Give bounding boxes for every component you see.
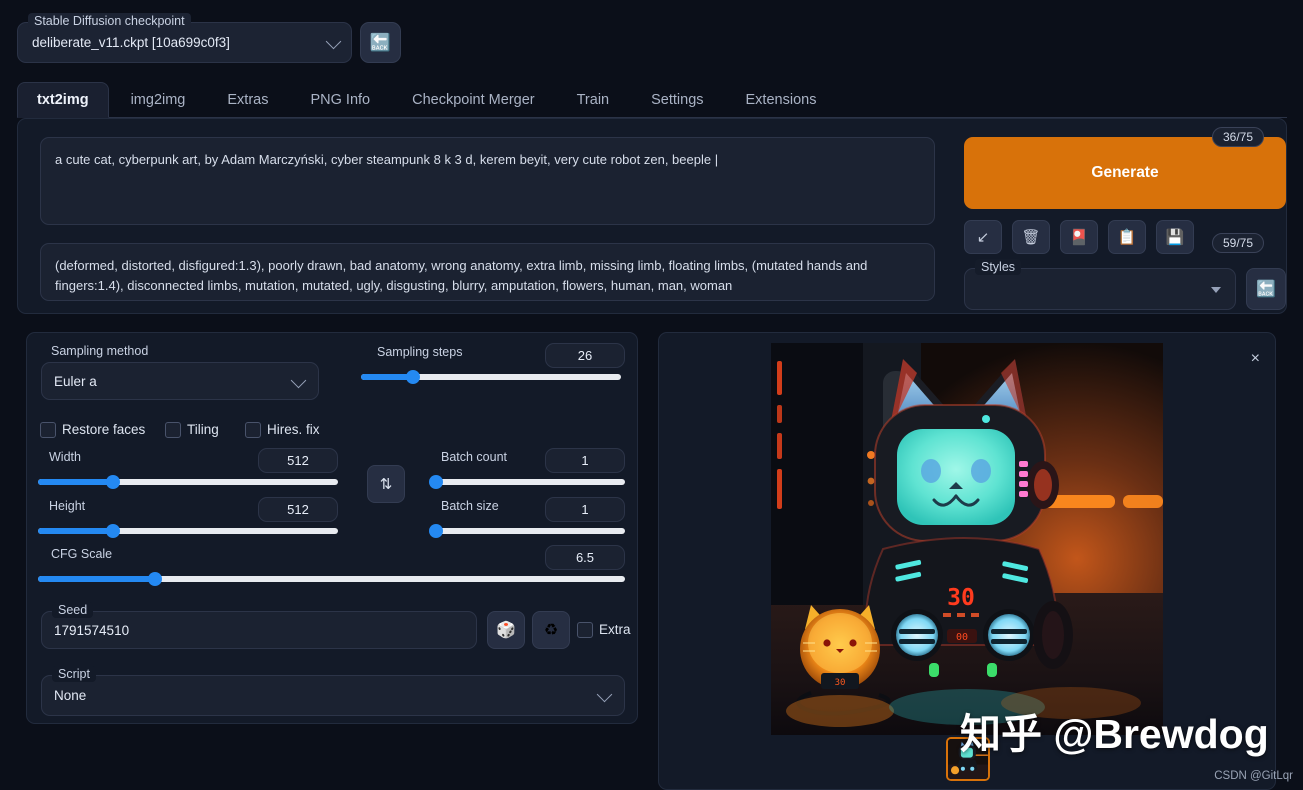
- back-arrow-icon: 🔙: [1256, 281, 1276, 298]
- reuse-seed-button[interactable]: ♻: [532, 611, 570, 649]
- sampling-method-value: Euler a: [54, 374, 97, 389]
- refresh-checkpoint-button[interactable]: 🔙: [360, 22, 401, 63]
- chevron-down-icon[interactable]: [325, 33, 342, 50]
- refresh-styles-button[interactable]: 🔙: [1246, 268, 1286, 310]
- batch-count-value[interactable]: 1: [545, 448, 625, 473]
- generated-image[interactable]: 30 00 30: [771, 343, 1163, 735]
- chevron-down-icon[interactable]: [290, 372, 307, 389]
- batch-size-value[interactable]: 1: [545, 497, 625, 522]
- width-label: Width: [45, 450, 85, 464]
- svg-text:30: 30: [947, 585, 975, 611]
- restore-faces-checkbox[interactable]: [40, 422, 56, 438]
- tab-png-info[interactable]: PNG Info: [290, 82, 390, 118]
- hires-fix-checkbox[interactable]: [245, 422, 261, 438]
- script-value: None: [54, 688, 87, 703]
- seed-label: Seed: [52, 602, 94, 618]
- generated-image-svg: 30 00 30: [771, 343, 1163, 735]
- sampling-steps-slider[interactable]: [361, 370, 621, 384]
- hires-fix-label: Hires. fix: [267, 422, 320, 437]
- csdn-watermark: CSDN @GitLqr: [1214, 770, 1293, 782]
- batch-size-label: Batch size: [437, 499, 503, 513]
- checkpoint-dropdown[interactable]: Stable Diffusion checkpoint deliberate_v…: [17, 13, 352, 63]
- sampling-method-label: Sampling method: [47, 344, 153, 358]
- flower-playing-cards-icon[interactable]: 🎴: [1060, 220, 1098, 254]
- height-label: Height: [45, 499, 90, 513]
- sampling-steps-label: Sampling steps: [373, 345, 467, 359]
- close-icon[interactable]: ×: [1251, 351, 1260, 367]
- extra-seed-checkbox[interactable]: [577, 622, 593, 638]
- extra-seed-label: Extra: [599, 622, 631, 637]
- positive-prompt-input[interactable]: a cute cat, cyberpunk art, by Adam Marcz…: [40, 137, 935, 225]
- recycle-icon: ♻: [543, 622, 559, 639]
- slider-fill: [38, 528, 113, 534]
- generate-button[interactable]: Generate: [964, 137, 1286, 209]
- tab-settings[interactable]: Settings: [631, 82, 723, 118]
- prompt-panel: 36/75 a cute cat, cyberpunk art, by Adam…: [17, 118, 1287, 314]
- tab-extras[interactable]: Extras: [207, 82, 288, 118]
- seed-value: 1791574510: [54, 623, 130, 638]
- slider-fill: [38, 479, 113, 485]
- swap-dimensions-button[interactable]: ⇅: [367, 465, 405, 503]
- sampling-steps-value[interactable]: 26: [545, 343, 625, 368]
- styles-row: Styles 🔙: [964, 259, 1286, 310]
- tiling-label: Tiling: [187, 422, 219, 437]
- wastebasket-icon[interactable]: 🗑: [1012, 220, 1050, 254]
- tab-extensions[interactable]: Extensions: [726, 82, 837, 118]
- seed-input[interactable]: Seed 1791574510: [41, 602, 477, 649]
- chevron-down-icon[interactable]: [596, 686, 613, 703]
- height-slider[interactable]: [38, 524, 338, 538]
- slider-knob[interactable]: [106, 475, 120, 489]
- sampling-method-dropdown[interactable]: Euler a: [41, 362, 319, 400]
- tab-txt2img[interactable]: txt2img: [17, 82, 109, 118]
- positive-token-counter: 36/75: [1211, 127, 1264, 147]
- random-seed-button[interactable]: 🎲: [487, 611, 525, 649]
- styles-label: Styles: [975, 259, 1022, 275]
- action-column: Generate ↙ 🗑 🎴 📋 💾 Styles 🔙: [964, 137, 1286, 310]
- main-tab-bar: txt2img img2img Extras PNG Info Checkpoi…: [17, 80, 1287, 118]
- floppy-disk-icon[interactable]: 💾: [1156, 220, 1194, 254]
- batch-count-slider[interactable]: [429, 475, 625, 489]
- tab-train[interactable]: Train: [557, 82, 630, 118]
- negative-token-counter: 59/75: [1211, 233, 1264, 253]
- checkpoint-label: Stable Diffusion checkpoint: [28, 13, 191, 29]
- arrow-down-left-icon[interactable]: ↙: [964, 220, 1002, 254]
- height-value[interactable]: 512: [258, 497, 338, 522]
- script-dropdown[interactable]: Script None: [41, 666, 625, 716]
- settings-panel: Sampling method Euler a Sampling steps 2…: [26, 332, 638, 724]
- checkpoint-value: deliberate_v11.ckpt [10a699c0f3]: [32, 35, 230, 50]
- width-value[interactable]: 512: [258, 448, 338, 473]
- tiling-checkbox[interactable]: [165, 422, 181, 438]
- zhihu-watermark: 知乎 @Brewdog: [960, 711, 1269, 757]
- svg-text:30: 30: [835, 678, 846, 688]
- batch-count-label: Batch count: [437, 450, 512, 464]
- restore-faces-label: Restore faces: [62, 422, 146, 437]
- back-arrow-icon: 🔙: [369, 33, 392, 52]
- script-label: Script: [52, 666, 96, 682]
- svg-text:00: 00: [956, 632, 968, 643]
- cfg-scale-label: CFG Scale: [47, 547, 117, 561]
- width-slider[interactable]: [38, 475, 338, 489]
- tab-img2img[interactable]: img2img: [111, 82, 206, 118]
- styles-dropdown[interactable]: Styles: [964, 259, 1236, 310]
- tab-checkpoint-merger[interactable]: Checkpoint Merger: [392, 82, 555, 118]
- slider-knob[interactable]: [148, 572, 163, 586]
- top-bar: Stable Diffusion checkpoint deliberate_v…: [0, 0, 1303, 72]
- chevron-down-icon[interactable]: [1211, 287, 1221, 293]
- slider-knob[interactable]: [429, 475, 443, 489]
- cfg-scale-slider[interactable]: [38, 572, 625, 586]
- cfg-scale-value[interactable]: 6.5: [545, 545, 625, 570]
- negative-prompt-input[interactable]: (deformed, distorted, disfigured:1.3), p…: [40, 243, 935, 301]
- batch-size-slider[interactable]: [429, 524, 625, 538]
- slider-fill: [38, 576, 156, 582]
- slider-knob[interactable]: [406, 370, 420, 384]
- slider-knob[interactable]: [106, 524, 120, 538]
- swap-arrows-icon: ⇅: [379, 476, 393, 493]
- slider-knob[interactable]: [429, 524, 443, 538]
- clipboard-icon[interactable]: 📋: [1108, 220, 1146, 254]
- dice-icon: 🎲: [496, 622, 516, 639]
